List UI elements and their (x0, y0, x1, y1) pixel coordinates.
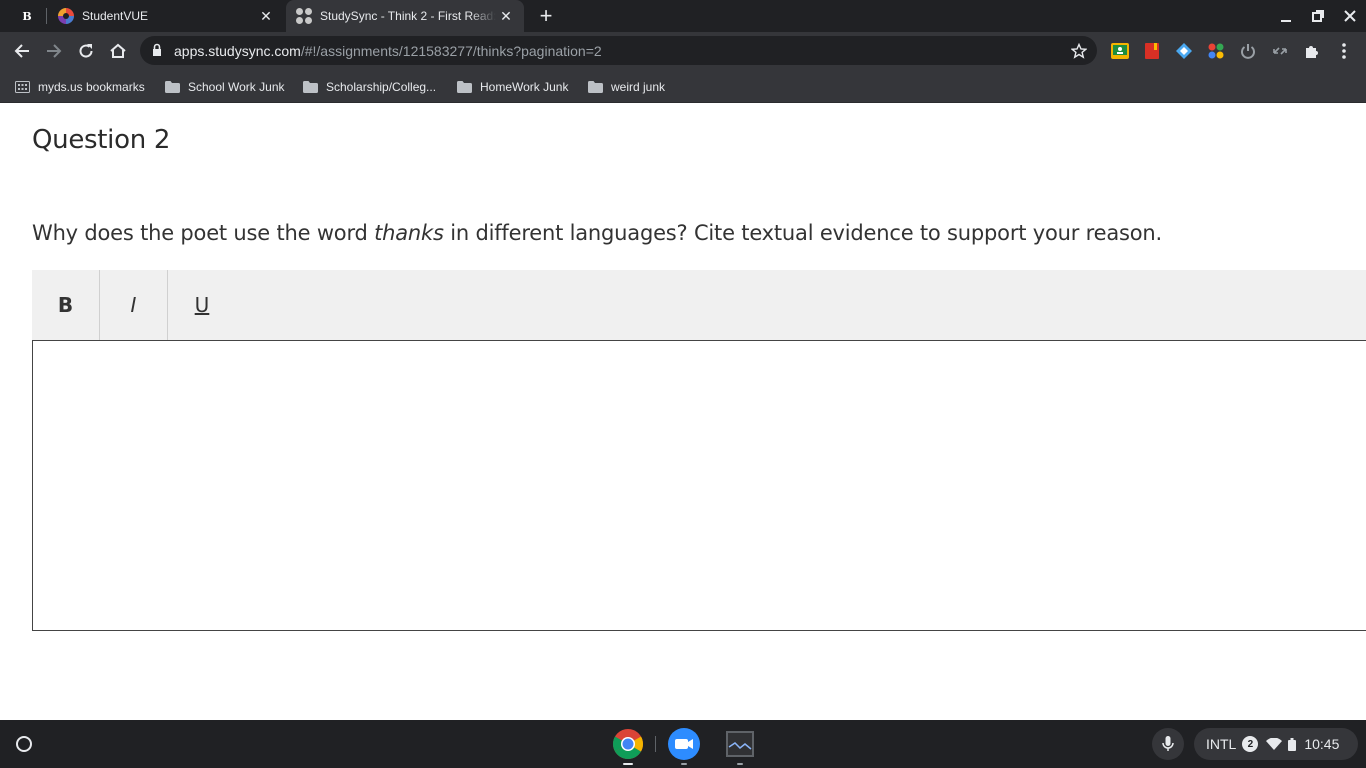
italic-button[interactable]: I (100, 270, 168, 340)
lock-icon (153, 43, 161, 56)
os-shelf: INTL 2 10:45 (0, 720, 1366, 768)
launcher-circle-icon (16, 736, 32, 752)
launcher-button[interactable] (12, 732, 36, 756)
running-indicator (681, 763, 687, 765)
url-text: apps.studysync.com/#!/assignments/121583… (174, 43, 602, 59)
bookmark-school-work-junk[interactable]: School Work Junk (165, 76, 285, 98)
reload-icon (79, 44, 93, 58)
bookmark-label: weird junk (611, 80, 666, 94)
shelf-separator (655, 736, 656, 752)
bookmark-label: School Work Junk (188, 80, 285, 94)
folder-icon (303, 81, 318, 93)
bookmark-label: Scholarship/Colleg... (326, 80, 437, 94)
forward-arrow-icon (47, 44, 62, 58)
tab-title: StudySync - Think 2 - First Read: (320, 9, 496, 23)
extension-power[interactable] (1239, 42, 1257, 60)
tab-separator (46, 8, 47, 24)
folder-icon (165, 81, 180, 93)
restore-button[interactable] (1302, 0, 1334, 32)
question-prompt: Why does the poet use the word thanks in… (32, 221, 1162, 245)
running-indicator (623, 763, 633, 765)
tab-strip: B StudentVUE ✕ StudySync - Think 2 - Fir… (0, 0, 1366, 32)
home-icon (110, 43, 126, 58)
home-button[interactable] (104, 37, 132, 65)
power-icon (1241, 44, 1255, 59)
red-book-icon (1145, 43, 1159, 59)
minimize-button[interactable] (1270, 0, 1302, 32)
back-button[interactable] (8, 37, 36, 65)
b-letter-icon: B (19, 8, 35, 24)
dictation-button[interactable] (1152, 728, 1184, 760)
studentvue-icon (58, 8, 74, 24)
notification-count: 2 (1242, 736, 1259, 752)
prompt-emphasis: thanks (374, 221, 444, 245)
url-path: /#!/assignments/121583277/thinks?paginat… (300, 43, 602, 59)
bookmark-myds[interactable]: myds.us bookmarks (15, 76, 145, 98)
browser-menu-button[interactable] (1335, 42, 1353, 60)
bookmark-homework-junk[interactable]: HomeWork Junk (457, 76, 568, 98)
studysync-icon (296, 8, 312, 24)
editor-toolbar: B I U (32, 270, 1366, 340)
arrows-icon (1273, 47, 1287, 55)
extension-arrows[interactable] (1271, 42, 1289, 60)
tab-studysync[interactable]: StudySync - Think 2 - First Read: ✕ (286, 0, 524, 32)
blue-diamond-icon (1176, 43, 1192, 59)
close-icon[interactable]: ✕ (256, 6, 276, 26)
chrome-icon (612, 729, 644, 760)
image-window-icon (726, 731, 754, 757)
close-icon (1344, 10, 1356, 22)
bookmark-label: HomeWork Junk (480, 80, 569, 94)
wifi-icon (1266, 738, 1283, 750)
folder-icon (588, 81, 603, 93)
back-arrow-icon (14, 44, 29, 58)
extension-blue-diamond[interactable] (1175, 42, 1193, 60)
tab-studentvue[interactable]: StudentVUE ✕ (50, 0, 284, 32)
bookmark-scholarship[interactable]: Scholarship/Colleg... (303, 76, 436, 98)
extension-red-book[interactable] (1143, 42, 1161, 60)
bookmarks-bar: myds.us bookmarks School Work Junk Schol… (0, 70, 1366, 103)
google-classroom-icon (1111, 43, 1129, 59)
browser-toolbar: apps.studysync.com/#!/assignments/121583… (0, 32, 1366, 70)
status-area[interactable]: INTL 2 10:45 (1194, 728, 1358, 760)
answer-editor[interactable] (32, 340, 1366, 631)
extension-colorful-grid[interactable] (1207, 42, 1225, 60)
prompt-text-after: in different languages? Cite textual evi… (443, 221, 1162, 245)
address-bar[interactable]: apps.studysync.com/#!/assignments/121583… (140, 36, 1097, 65)
restore-icon (1312, 10, 1324, 22)
bookmark-weird-junk[interactable]: weird junk (588, 76, 665, 98)
folder-icon (457, 81, 472, 93)
minimize-icon (1281, 20, 1291, 22)
colorful-grid-icon (1208, 43, 1224, 59)
close-icon[interactable]: ✕ (496, 6, 516, 26)
page-content: Question 2 Why does the poet use the wor… (0, 103, 1366, 720)
shelf-app-screenshot[interactable] (724, 728, 756, 765)
star-icon (1071, 43, 1087, 59)
microphone-icon (1162, 736, 1174, 751)
prompt-text-before: Why does the poet use the word (32, 221, 375, 245)
zoom-icon (668, 728, 700, 760)
reload-button[interactable] (72, 37, 100, 65)
puzzle-icon (1306, 46, 1318, 58)
new-tab-button[interactable]: + (535, 5, 557, 28)
ime-indicator: INTL (1206, 736, 1237, 752)
bookmark-label: myds.us bookmarks (38, 80, 145, 94)
tab-pinned[interactable]: B (8, 0, 46, 32)
shelf-app-zoom[interactable] (668, 728, 700, 765)
clock: 10:45 (1304, 736, 1340, 752)
forward-button[interactable] (40, 37, 68, 65)
more-vert-icon (1342, 43, 1346, 59)
underline-button[interactable]: U (168, 270, 236, 340)
bookmark-star-button[interactable] (1069, 41, 1089, 61)
url-host: apps.studysync.com (174, 43, 301, 59)
running-indicator (737, 763, 743, 765)
battery-icon (1288, 737, 1297, 751)
tab-title: StudentVUE (82, 9, 149, 23)
extensions-button[interactable] (1303, 42, 1321, 60)
close-window-button[interactable] (1334, 0, 1366, 32)
question-title: Question 2 (32, 125, 171, 155)
shelf-app-chrome[interactable] (612, 728, 644, 765)
bold-button[interactable]: B (32, 270, 100, 340)
extension-classroom[interactable] (1111, 42, 1129, 60)
apps-folder-icon (15, 81, 30, 93)
